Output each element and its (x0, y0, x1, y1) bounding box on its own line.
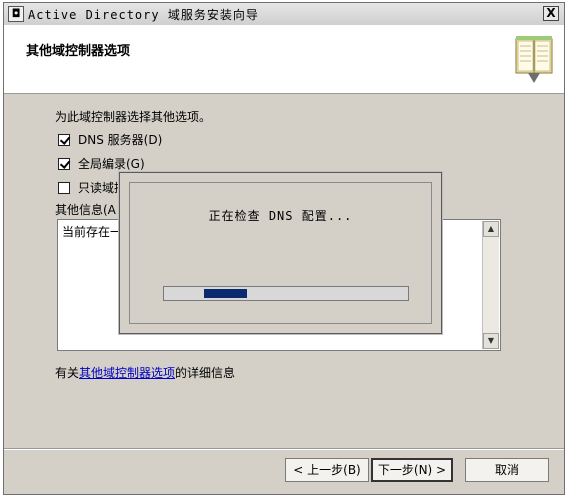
wizard-header: 其他域控制器选项 (4, 25, 564, 94)
options-prompt: 为此域控制器选择其他选项。 (55, 110, 212, 124)
back-button[interactable]: < 上一步(B) (285, 458, 369, 482)
checkbox-label: 全局编录(G) (78, 157, 145, 171)
book-icon (515, 36, 553, 83)
progress-bar (163, 286, 409, 301)
app-icon: ◘ (8, 6, 24, 22)
dns-server-checkbox[interactable]: DNS 服务器(D) (58, 131, 162, 148)
additional-info-label: 其他信息(A (55, 203, 116, 217)
page-title: 其他域控制器选项 (26, 44, 131, 59)
global-catalog-checkbox[interactable]: 全局编录(G) (58, 155, 145, 172)
scroll-down-arrow-icon[interactable]: ▼ (483, 333, 499, 349)
checkbox-label: DNS 服务器(D) (78, 133, 163, 147)
wizard-window: ◘ Active Directory 域服务安装向导 X 其他域控制器选项 为此… (3, 2, 565, 495)
link-suffix: 的详细信息 (175, 366, 236, 380)
next-button[interactable]: 下一步(N) > (371, 458, 453, 482)
close-button[interactable]: X (543, 6, 559, 21)
cancel-button[interactable]: 取消 (465, 458, 549, 482)
window-title: Active Directory 域服务安装向导 (28, 8, 259, 22)
progress-fill (204, 289, 247, 298)
checkbox-box[interactable] (58, 181, 70, 194)
more-options-link[interactable]: 其他域控制器选项 (79, 366, 175, 380)
title-bar[interactable]: ◘ Active Directory 域服务安装向导 X (4, 3, 564, 26)
checkbox-box[interactable] (58, 133, 70, 146)
additional-info-text: 当前存在一 (62, 225, 123, 239)
progress-dialog-frame: 正在检查 DNS 配置... (129, 182, 432, 324)
progress-message: 正在检查 DNS 配置... (208, 209, 353, 223)
checkbox-box[interactable] (58, 157, 70, 170)
help-link-line: 有关其他域控制器选项的详细信息 (55, 364, 235, 381)
progress-dialog: 正在检查 DNS 配置... (119, 172, 442, 334)
link-prefix: 有关 (55, 366, 80, 380)
scroll-up-arrow-icon[interactable]: ▲ (483, 221, 499, 237)
rodc-checkbox[interactable]: 只读域控 (58, 179, 126, 196)
vertical-scrollbar[interactable]: ▲ ▼ (482, 221, 499, 349)
footer-divider (4, 448, 564, 450)
